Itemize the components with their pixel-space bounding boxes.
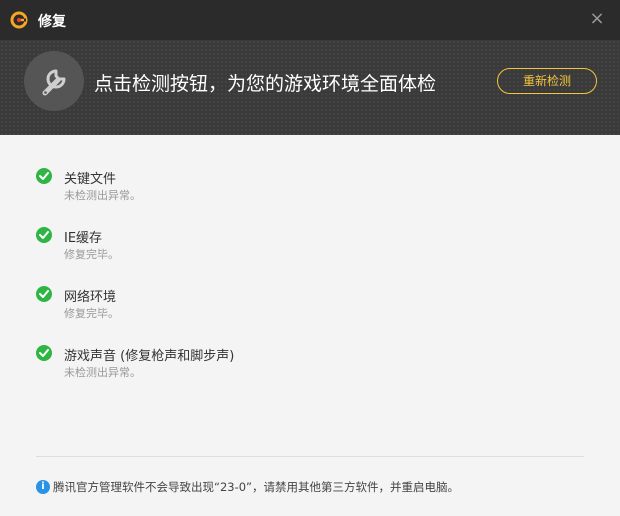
window-title: 修复: [38, 14, 66, 30]
check-icon: [36, 345, 52, 361]
header-banner: 点击检测按钮，为您的游戏环境全面体检 重新检测: [0, 40, 620, 135]
footer-divider: [36, 456, 584, 457]
check-list: 关键文件 未检测出异常。 IE缓存 修复完毕。 网络环境 修复完毕。 游戏声音 …: [36, 168, 576, 404]
list-item: 网络环境 修复完毕。: [36, 286, 576, 345]
item-status: 修复完毕。: [64, 248, 119, 261]
list-item: 关键文件 未检测出异常。: [36, 168, 576, 227]
title-bar: 修复 ×: [0, 0, 620, 40]
check-icon: [36, 286, 52, 302]
close-button[interactable]: ×: [588, 10, 606, 28]
item-status: 未检测出异常。: [64, 189, 141, 202]
footer-notice: 腾讯官方管理软件不会导致出现“23-0”，请禁用其他第三方软件，并重启电脑。: [53, 480, 460, 494]
item-status: 修复完毕。: [64, 307, 119, 320]
app-logo-icon: [10, 11, 28, 29]
list-item: 游戏声音 (修复枪声和脚步声) 未检测出异常。: [36, 345, 576, 404]
check-icon: [36, 227, 52, 243]
item-name: 关键文件: [64, 172, 117, 187]
list-item: IE缓存 修复完毕。: [36, 227, 576, 286]
item-status: 未检测出异常。: [64, 366, 141, 379]
recheck-button[interactable]: 重新检测: [497, 68, 597, 94]
check-icon: [36, 168, 52, 184]
item-name: 网络环境: [64, 290, 117, 305]
item-name: IE缓存: [64, 231, 103, 246]
repair-tool-badge: [24, 51, 84, 111]
header-message: 点击检测按钮，为您的游戏环境全面体检: [94, 73, 437, 95]
info-icon: i: [36, 480, 50, 494]
item-name: 游戏声音 (修复枪声和脚步声): [64, 349, 235, 364]
